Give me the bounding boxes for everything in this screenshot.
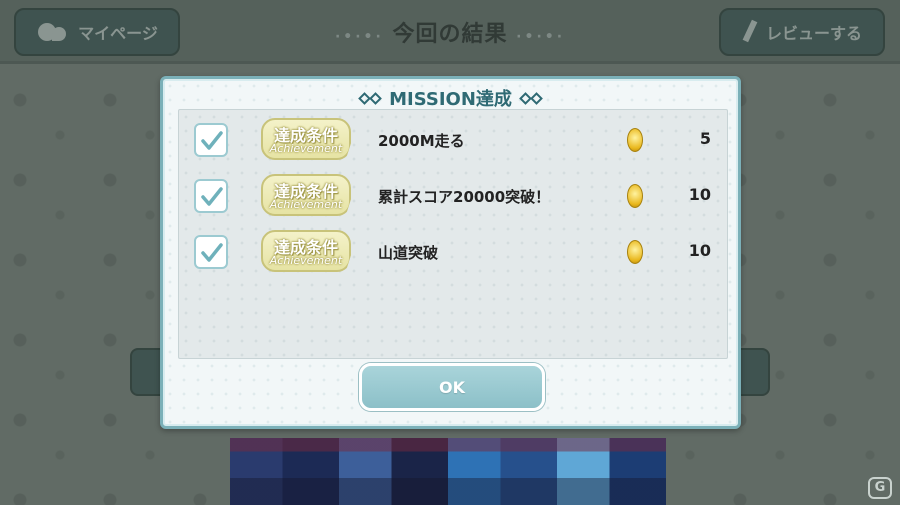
diamond-ornament-left (358, 91, 382, 105)
coin-icon (627, 184, 643, 208)
title-dots-right: ·•·•· (516, 29, 566, 45)
review-button[interactable]: レビューする (719, 8, 885, 56)
top-bar: マイページ ·•·•· 今回の結果 ·•·•· レビューする (0, 0, 900, 64)
mission-list: 達成条件 Achievement 2000M走る 5 達成条件 Achievem… (178, 109, 728, 359)
check-icon (201, 187, 223, 206)
badge-sub-text: Achievement (269, 142, 343, 155)
mission-checkbox (194, 123, 228, 157)
achievement-badge: 達成条件 Achievement (261, 230, 351, 272)
mission-row: 達成条件 Achievement 山道突破 10 (179, 230, 727, 274)
mission-text: 累計スコア20000突破！ (378, 188, 551, 206)
dialog-title-text: MISSION達成 (389, 89, 512, 110)
pixelated-image (230, 438, 666, 505)
mission-reward: 5 (699, 129, 711, 148)
check-icon (201, 131, 223, 150)
mission-dialog: MISSION達成 達成条件 Achievement 2000M走る 5 達成条… (160, 76, 741, 429)
mission-reward: 10 (688, 241, 711, 260)
mission-text: 2000M走る (378, 132, 465, 150)
diamond-ornament-right (519, 91, 543, 105)
mypage-button[interactable]: マイページ (14, 8, 180, 56)
ok-button[interactable]: OK (359, 363, 545, 411)
badge-sub-text: Achievement (269, 198, 343, 211)
mission-checkbox (194, 235, 228, 269)
mypage-icon (36, 21, 70, 43)
page-title: ·•·•· 今回の結果 ·•·•· (320, 16, 580, 48)
achievement-badge: 達成条件 Achievement (261, 174, 351, 216)
pencil-icon (742, 20, 758, 44)
dialog-title: MISSION達成 (163, 85, 738, 111)
watermark-logo: G (868, 477, 892, 499)
coin-icon (627, 240, 643, 264)
mission-row: 達成条件 Achievement 2000M走る 5 (179, 118, 727, 162)
mypage-label: マイページ (78, 24, 158, 43)
mission-text: 山道突破 (378, 244, 439, 262)
page-title-text: 今回の結果 (392, 22, 508, 47)
achievement-badge: 達成条件 Achievement (261, 118, 351, 160)
mission-checkbox (194, 179, 228, 213)
check-icon (201, 243, 223, 262)
badge-sub-text: Achievement (269, 254, 343, 267)
coin-icon (627, 128, 643, 152)
review-label: レビューする (765, 24, 862, 43)
mission-reward: 10 (688, 185, 711, 204)
mission-row: 達成条件 Achievement 累計スコア20000突破！ 10 (179, 174, 727, 218)
title-dots-left: ·•·•· (334, 29, 384, 45)
